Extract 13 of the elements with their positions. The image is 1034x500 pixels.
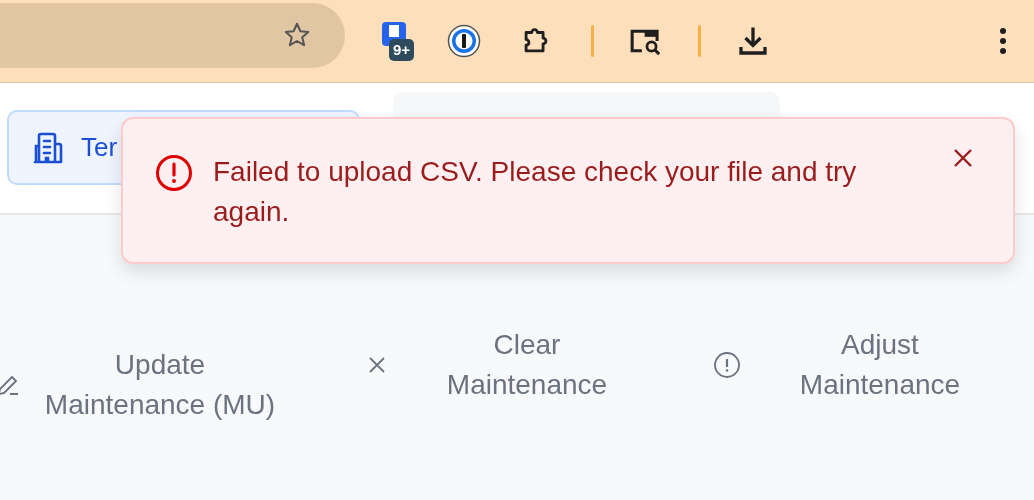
password-manager-icon[interactable]: [447, 24, 481, 58]
close-icon: [367, 355, 387, 375]
action-button[interactable]: Update Maintenance (MU): [0, 345, 286, 425]
error-message: Failed to upload CSV. Please check your file and try again.: [213, 155, 858, 229]
pencil-icon: [0, 373, 20, 397]
alert-icon: [713, 351, 741, 379]
alert-icon: [155, 154, 193, 192]
action-button[interactable]: Adjust Maintenance: [713, 325, 975, 405]
notification-badge: 9+: [389, 39, 415, 61]
building-icon: [33, 131, 63, 164]
menu-icon[interactable]: [999, 27, 1007, 55]
extension-button[interactable]: 9+: [381, 19, 421, 63]
action-button[interactable]: Clear Maintenance: [367, 325, 622, 405]
